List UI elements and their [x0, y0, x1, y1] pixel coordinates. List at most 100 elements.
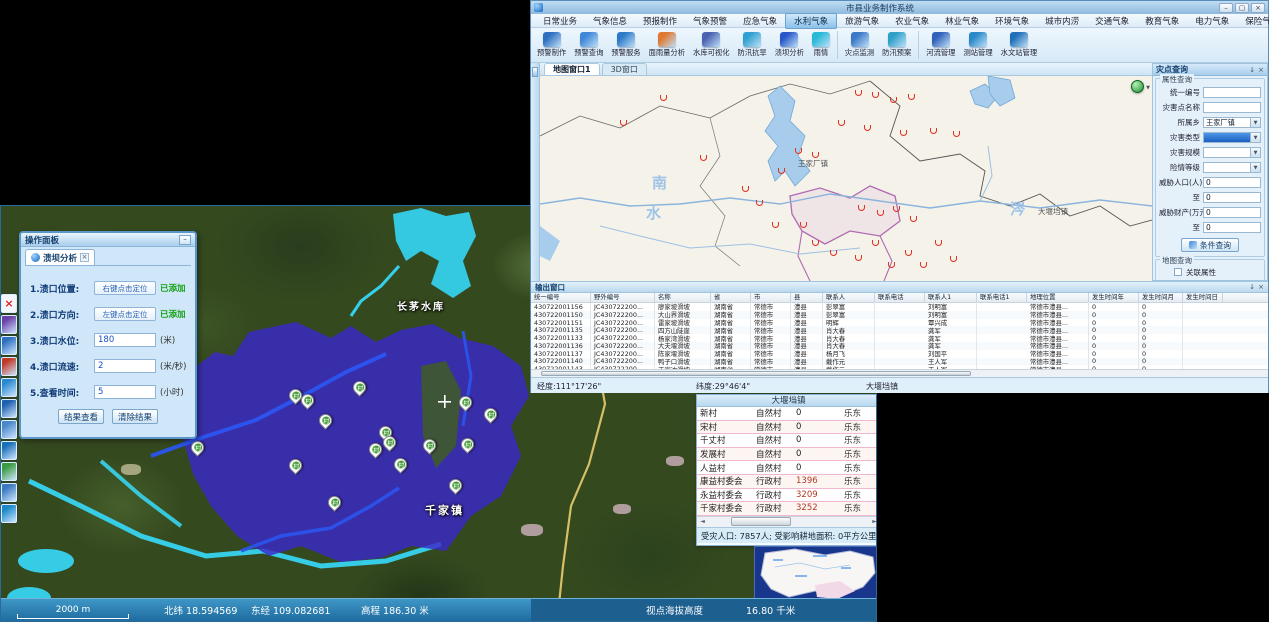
- close-icon[interactable]: ×: [1258, 66, 1264, 74]
- menu-item-10[interactable]: 环境气象: [987, 14, 1037, 28]
- tab-dam-break-analysis[interactable]: 溃坝分析 ×: [25, 249, 95, 265]
- ribbon-tool[interactable]: 预警制作: [533, 29, 570, 61]
- column-header[interactable]: 联系人1: [925, 293, 977, 302]
- ribbon-tool[interactable]: 雨情: [808, 29, 834, 61]
- village-row[interactable]: 新村自然村0乐东: [697, 407, 877, 421]
- ribbon-tool[interactable]: 水库可视化: [689, 29, 733, 61]
- table-row[interactable]: 430722001140JC430722200...鸭子口滑坡湖南省常德市澧县戴…: [531, 358, 1268, 366]
- select-input[interactable]: 王家厂镇▼: [1203, 117, 1261, 128]
- table-row[interactable]: 430722001150JC430722200...大山界滑坡湖南省常德市澧县彭…: [531, 311, 1268, 319]
- village-row[interactable]: 人益村自然村0乐东: [697, 461, 877, 475]
- flood-icon[interactable]: [1, 399, 17, 418]
- rain-icon[interactable]: [1, 420, 17, 439]
- locate-button[interactable]: 右键点击定位: [94, 281, 156, 295]
- table-row[interactable]: 430722001136JC430722200...大夫堰滑坡湖南省常德市澧县肖…: [531, 342, 1268, 350]
- typhoon-icon[interactable]: [1, 336, 17, 355]
- village-row[interactable]: 千丈村自然村0乐东: [697, 434, 877, 448]
- map-tab-2[interactable]: 3D窗口: [602, 63, 647, 75]
- ribbon-tool[interactable]: 测站管理: [959, 29, 996, 61]
- dialog-titlebar[interactable]: 操作面板 –: [21, 233, 195, 247]
- close-icon[interactable]: ×: [1251, 3, 1265, 13]
- menu-item-7[interactable]: 旅游气象: [837, 14, 887, 28]
- ribbon-tool[interactable]: 防汛预案: [878, 29, 915, 61]
- value-input[interactable]: 5: [94, 385, 156, 399]
- column-header[interactable]: 名称: [655, 293, 711, 302]
- chevron-down-icon[interactable]: ▼: [1146, 85, 1150, 91]
- menu-item-6[interactable]: 水利气象: [785, 13, 837, 29]
- menu-item-12[interactable]: 交通气象: [1087, 14, 1137, 28]
- map-tab-1[interactable]: 地图窗口1: [544, 63, 600, 75]
- scrollbar-thumb[interactable]: [731, 517, 791, 526]
- village-row[interactable]: 康益村委会行政村1396乐东: [697, 475, 877, 489]
- menu-item-4[interactable]: 气象预警: [685, 14, 735, 28]
- select-input[interactable]: ▼: [1203, 132, 1261, 143]
- menu-item-15[interactable]: 保险气象: [1237, 14, 1269, 28]
- view-result-button[interactable]: 结果查看: [58, 409, 104, 424]
- output-pane[interactable]: 输出窗口 ↓ × 统一编号野外编号名称省市县联系人联系电话联系人1联系电话1地理…: [531, 281, 1268, 377]
- map-area[interactable]: 地图窗口13D窗口: [540, 63, 1152, 281]
- menu-item-11[interactable]: 城市内涝: [1037, 14, 1087, 28]
- ribbon-tool[interactable]: 预警查询: [570, 29, 607, 61]
- column-header[interactable]: 发生时间日: [1183, 293, 1223, 302]
- operation-panel-dialog[interactable]: 操作面板 – 溃坝分析 × 1.溃口位置:右键点击定位已添加2.溃口方向:左键点…: [19, 231, 197, 439]
- table-row[interactable]: 430722001135JC430722200...四方山陡崖湖南省常德市澧县肖…: [531, 326, 1268, 334]
- menu-item-1[interactable]: 日常业务: [535, 14, 585, 28]
- village-row[interactable]: 千家村委会行政村3252乐东: [697, 502, 877, 516]
- select-input[interactable]: ▼: [1203, 162, 1261, 173]
- text-input[interactable]: 0: [1203, 207, 1261, 218]
- disaster-query-panel[interactable]: 灾点查询 ↓ × 属性查询 统一编号灾害点名称所属乡王家厂镇▼灾害类型▼灾害规模…: [1152, 63, 1268, 281]
- scroll-right-icon[interactable]: ►: [869, 517, 877, 526]
- flag-icon[interactable]: [1, 357, 17, 376]
- menu-item-2[interactable]: 气象信息: [585, 14, 635, 28]
- column-header[interactable]: 发生时间月: [1139, 293, 1183, 302]
- table-row[interactable]: 430722001133JC430722200...杨家湾滑坡湖南省常德市澧县肖…: [531, 334, 1268, 342]
- column-header[interactable]: 联系人: [823, 293, 875, 302]
- minimize-icon[interactable]: –: [1219, 3, 1233, 13]
- menu-item-13[interactable]: 教育气象: [1137, 14, 1187, 28]
- menu-item-3[interactable]: 预报制作: [635, 14, 685, 28]
- table-row[interactable]: 430722001137JC430722200...陈家堰滑坡湖南省常德市澧县杨…: [531, 350, 1268, 358]
- disaster-report-icon[interactable]: [1, 315, 17, 334]
- home-icon[interactable]: [1, 462, 17, 481]
- close-icon[interactable]: ×: [1, 294, 17, 313]
- column-header[interactable]: 市: [751, 293, 791, 302]
- menu-item-9[interactable]: 林业气象: [937, 14, 987, 28]
- output-hscrollbar[interactable]: [531, 369, 1268, 377]
- text-input[interactable]: 0: [1203, 222, 1261, 233]
- column-header[interactable]: 联系电话: [875, 293, 925, 302]
- ribbon-tool[interactable]: 水文站管理: [997, 29, 1041, 61]
- collapsed-panel-strip[interactable]: [531, 63, 540, 281]
- minimize-icon[interactable]: –: [179, 235, 191, 245]
- close-icon[interactable]: ×: [1258, 283, 1264, 291]
- column-header[interactable]: 发生时间年: [1089, 293, 1139, 302]
- select-input[interactable]: ▼: [1203, 147, 1261, 158]
- column-header[interactable]: 县: [791, 293, 823, 302]
- close-icon[interactable]: ×: [80, 253, 89, 262]
- affected-villages-panel[interactable]: 大堰垱镇 新村自然村0乐东宋村自然村0乐东千丈村自然村0乐东发展村自然村0乐东人…: [696, 394, 877, 546]
- ribbon-tool[interactable]: 河流管理: [922, 29, 959, 61]
- villages-hscrollbar[interactable]: ◄ ►: [697, 516, 877, 527]
- output-titlebar[interactable]: 输出窗口 ↓ ×: [531, 282, 1268, 293]
- value-input[interactable]: 180: [94, 333, 156, 347]
- text-input[interactable]: [1203, 87, 1261, 98]
- text-input[interactable]: [1203, 102, 1261, 113]
- link-attributes-checkbox[interactable]: [1174, 268, 1182, 276]
- window-titlebar[interactable]: 市县业务制作系统 – ▢ ×: [531, 1, 1268, 14]
- globe-button[interactable]: ▼: [1131, 80, 1144, 93]
- village-row[interactable]: 宋村自然村0乐东: [697, 421, 877, 435]
- compass-icon[interactable]: [1, 504, 17, 523]
- menu-item-14[interactable]: 电力气象: [1187, 14, 1237, 28]
- village-row[interactable]: 永益村委会行政村3209乐东: [697, 489, 877, 503]
- ribbon-tool[interactable]: 溃坝分析: [771, 29, 808, 61]
- table-row[interactable]: 430722001156JC430722200...廖家坡滑坡湖南省常德市澧县彭…: [531, 303, 1268, 311]
- locate-button[interactable]: 左键点击定位: [94, 307, 156, 321]
- contact-card-icon[interactable]: [1, 483, 17, 502]
- column-header[interactable]: 省: [711, 293, 751, 302]
- clear-result-button[interactable]: 清除结果: [112, 409, 158, 424]
- scroll-left-icon[interactable]: ◄: [697, 517, 708, 526]
- water-drop-icon[interactable]: [1, 378, 17, 397]
- village-row[interactable]: 发展村自然村0乐东: [697, 448, 877, 462]
- pin-icon[interactable]: ↓: [1249, 66, 1255, 74]
- text-input[interactable]: 0: [1203, 192, 1261, 203]
- ribbon-tool[interactable]: 面雨量分析: [645, 29, 689, 61]
